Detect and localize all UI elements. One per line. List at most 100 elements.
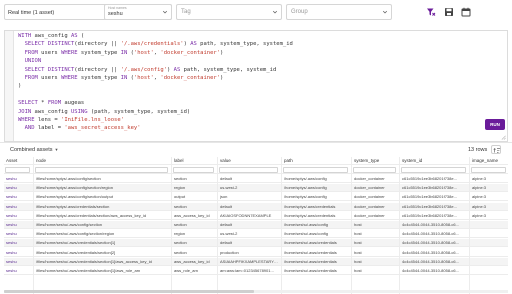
table-cell <box>472 268 507 274</box>
editor-gutter <box>5 31 14 141</box>
sql-keyword: AS <box>190 41 197 48</box>
table-cell[interactable]: seshu <box>6 213 31 219</box>
table-cell[interactable]: seshu <box>6 231 31 237</box>
sql-text: ( <box>127 49 134 56</box>
sql-keyword: WHERE <box>61 49 78 56</box>
table-cell: /home/sptys/.aws/credentials <box>284 203 336 209</box>
column-header[interactable]: system_type <box>354 158 398 164</box>
table-cell: docker_container <box>354 203 385 209</box>
table-row: seshu/files/home/seshu/.aws/config/secti… <box>4 230 508 239</box>
scrollbar-thumb[interactable] <box>4 290 254 293</box>
column-filter-input[interactable] <box>173 167 214 173</box>
table-cell: us-west-2 <box>220 231 238 237</box>
table-cell: 4c4c4544-0044-3510-8058-c6... <box>402 222 459 227</box>
table-cell: /home/sptys/.aws/config <box>284 176 327 181</box>
sql-text: path, system_type, system_id <box>196 41 293 48</box>
table-cell: /home/seshu/.aws/config <box>284 231 329 237</box>
column-divider[interactable] <box>217 157 218 294</box>
table-cell: alpine:3 <box>472 185 487 191</box>
column-filter-input[interactable] <box>219 167 278 173</box>
column-divider[interactable] <box>33 157 34 294</box>
table-cell: aws_access_key_id <box>174 212 210 218</box>
sql-text: users <box>37 75 62 82</box>
column-settings-button[interactable] <box>491 145 501 154</box>
table-cell[interactable]: seshu <box>6 222 31 228</box>
resize-handle-icon[interactable] <box>501 135 506 140</box>
table-cell: /home/seshu/.aws/config <box>284 222 329 227</box>
table-cell: /files/home/seshu/.aws/config/section <box>36 222 103 227</box>
sql-string: '/.aws/credentials' <box>120 41 184 48</box>
table-cell[interactable]: seshu <box>6 185 31 191</box>
table-cell: aws_access_key_id <box>174 258 210 264</box>
group-select[interactable]: Group <box>286 4 392 20</box>
table-cell: alpine:3 <box>472 176 487 181</box>
table-cell: default <box>220 176 233 181</box>
host-names-value: seshu <box>108 11 123 17</box>
column-divider[interactable] <box>281 157 282 294</box>
table-cell[interactable]: seshu <box>6 240 31 246</box>
sql-keyword: USING <box>71 108 88 115</box>
column-header[interactable]: value <box>220 158 280 164</box>
table-cell[interactable]: seshu <box>6 268 31 274</box>
table-cell: section <box>174 240 187 246</box>
sql-text: ) <box>220 49 224 56</box>
table-cell: /home/seshu/.aws/credentials <box>284 258 337 264</box>
table-cell: section <box>174 203 187 209</box>
column-filter-input[interactable] <box>401 167 466 173</box>
caret-down-icon: ▼ <box>54 147 59 152</box>
clear-filter-icon[interactable] <box>426 7 436 17</box>
column-filter-input[interactable] <box>471 167 506 173</box>
run-button[interactable]: RUN <box>485 119 505 130</box>
sql-keyword: SELECT <box>18 100 38 107</box>
sql-string: 'aws_secret_access_key' <box>64 125 141 132</box>
sql-keyword: FROM <box>24 75 38 82</box>
column-header[interactable]: Asset <box>6 158 32 164</box>
save-icon[interactable] <box>444 7 454 17</box>
table-cell: host <box>354 268 362 273</box>
column-divider[interactable] <box>171 157 172 294</box>
results-title: Combined assets <box>10 147 53 153</box>
table-row: seshu/files/home/seshu/.aws/credentials/… <box>4 239 508 248</box>
column-header[interactable]: image_name <box>472 158 508 164</box>
column-header[interactable]: node <box>36 158 170 164</box>
chevron-down-icon <box>272 10 278 14</box>
calendar-icon[interactable] <box>461 7 471 17</box>
filter-row <box>4 166 508 174</box>
column-divider[interactable] <box>399 157 400 294</box>
column-divider[interactable] <box>351 157 352 294</box>
column-filter-input[interactable] <box>35 167 168 173</box>
table-cell: /files/home/seshu/.aws/config/section/re… <box>36 231 115 237</box>
table-cell[interactable]: seshu <box>6 204 31 210</box>
column-filter-input[interactable] <box>5 167 30 173</box>
column-filter-input[interactable] <box>283 167 348 173</box>
column-header[interactable]: path <box>284 158 350 164</box>
table-cell[interactable]: seshu <box>6 194 31 200</box>
table-cell: host <box>354 249 362 255</box>
column-filter-input[interactable] <box>353 167 396 173</box>
column-header[interactable]: label <box>174 158 216 164</box>
sql-keyword: SELECT DISTINCT <box>24 66 75 73</box>
table-cell: json <box>220 194 228 200</box>
table-row: seshu/files/home/seshu/.aws/credentials/… <box>4 249 508 257</box>
horizontal-scrollbar[interactable] <box>4 290 508 293</box>
column-header[interactable]: system_id <box>402 158 468 164</box>
tag-select[interactable]: Tag <box>176 4 282 20</box>
sql-keyword: WHERE <box>61 75 78 82</box>
table-cell: /home/sptys/.aws/config <box>284 194 327 200</box>
table-cell: default <box>220 222 233 227</box>
table-cell[interactable]: seshu <box>6 259 31 265</box>
column-divider[interactable] <box>469 157 470 294</box>
results-scope-dropdown[interactable]: Combined assets ▼ <box>10 147 58 153</box>
sql-keyword: AND <box>24 125 35 132</box>
sql-keyword: FROM <box>47 100 62 107</box>
sql-text: aws_config <box>31 33 71 39</box>
table-cell: c61c5519c1ee3b68201f738e... <box>402 176 457 181</box>
query-editor[interactable]: WITH aws_config AS ( SELECT DISTINCT(dir… <box>4 30 508 142</box>
sql-text: users <box>37 49 62 56</box>
table-cell[interactable]: seshu <box>6 250 31 256</box>
query-code[interactable]: WITH aws_config AS ( SELECT DISTINCT(dir… <box>18 32 293 133</box>
table-cell[interactable]: seshu <box>6 176 31 182</box>
host-names-field[interactable]: Host names seshu <box>104 4 172 20</box>
